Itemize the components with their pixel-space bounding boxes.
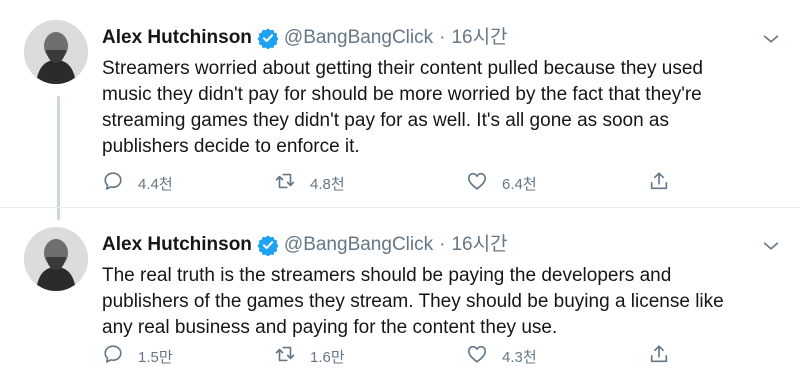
retweet-button[interactable]: 4.8천 bbox=[274, 170, 345, 196]
reply-icon bbox=[102, 343, 124, 369]
heart-icon bbox=[466, 343, 488, 369]
like-button[interactable]: 4.3천 bbox=[466, 343, 537, 369]
tweet-actions: 4.4천 4.8천 6.4천 bbox=[102, 170, 682, 194]
tweet[interactable]: Alex Hutchinson @BangBangClick · 16시간 Th… bbox=[0, 207, 800, 382]
tweet-header: Alex Hutchinson @BangBangClick · 16시간 bbox=[102, 233, 508, 257]
verified-badge-icon bbox=[257, 27, 279, 50]
retweet-icon bbox=[274, 343, 296, 369]
retweet-button[interactable]: 1.6만 bbox=[274, 343, 345, 369]
like-button[interactable]: 6.4천 bbox=[466, 170, 537, 196]
tweet-header: Alex Hutchinson @BangBangClick · 16시간 bbox=[102, 26, 508, 50]
tweet[interactable]: Alex Hutchinson @BangBangClick · 16시간 St… bbox=[0, 0, 800, 207]
tweet-timestamp[interactable]: 16시간 bbox=[451, 233, 507, 257]
share-icon bbox=[648, 343, 670, 369]
retweet-count: 4.8천 bbox=[310, 175, 345, 193]
separator-dot: · bbox=[439, 27, 446, 48]
author-name[interactable]: Alex Hutchinson bbox=[102, 233, 252, 257]
share-button[interactable] bbox=[648, 170, 670, 196]
like-count: 6.4천 bbox=[502, 175, 537, 193]
author-name[interactable]: Alex Hutchinson bbox=[102, 26, 252, 50]
chevron-down-icon[interactable] bbox=[760, 235, 782, 257]
tweet-timestamp[interactable]: 16시간 bbox=[451, 26, 507, 50]
retweet-count: 1.6만 bbox=[310, 348, 345, 366]
heart-icon bbox=[466, 170, 488, 196]
avatar[interactable] bbox=[24, 20, 88, 84]
chevron-down-icon[interactable] bbox=[760, 28, 782, 50]
reply-count: 4.4천 bbox=[138, 175, 173, 193]
retweet-icon bbox=[274, 170, 296, 196]
reply-button[interactable]: 4.4천 bbox=[102, 170, 173, 196]
reply-icon bbox=[102, 170, 124, 196]
author-handle[interactable]: @BangBangClick bbox=[284, 26, 433, 50]
reply-button[interactable]: 1.5만 bbox=[102, 343, 173, 369]
tweet-text: The real truth is the streamers should b… bbox=[102, 265, 724, 338]
avatar[interactable] bbox=[24, 227, 88, 291]
avatar-image bbox=[24, 227, 88, 291]
share-icon bbox=[648, 170, 670, 196]
tweet-actions: 1.5만 1.6만 4.3천 bbox=[102, 343, 682, 367]
share-button[interactable] bbox=[648, 343, 670, 369]
like-count: 4.3천 bbox=[502, 348, 537, 366]
verified-badge-icon bbox=[257, 234, 279, 257]
avatar-image bbox=[24, 20, 88, 84]
separator-dot: · bbox=[439, 234, 446, 255]
tweet-text: Streamers worried about getting their co… bbox=[102, 58, 703, 157]
reply-count: 1.5만 bbox=[138, 348, 173, 366]
author-handle[interactable]: @BangBangClick bbox=[284, 233, 433, 257]
